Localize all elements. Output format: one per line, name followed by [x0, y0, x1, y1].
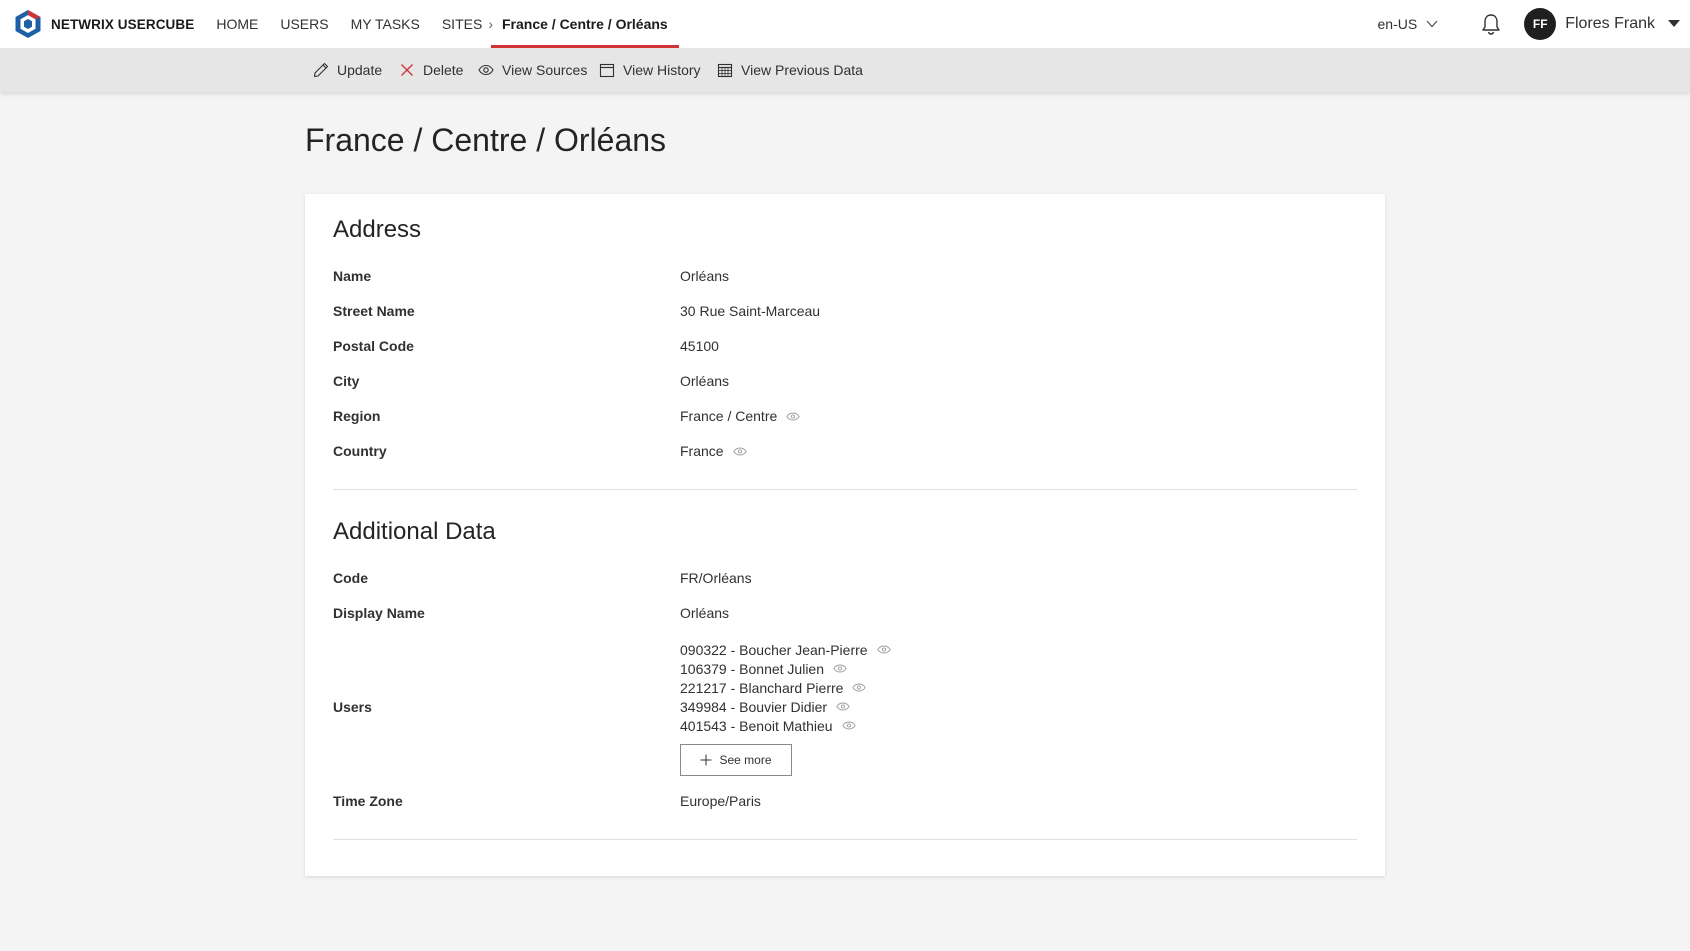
user-entry: 106379 - Bonnet Julien [680, 660, 824, 677]
eye-icon[interactable] [786, 412, 800, 421]
view-sources-button[interactable]: View Sources [478, 48, 587, 92]
main-nav: HOME USERS MY TASKS SITES › France / Cen… [216, 0, 679, 48]
field-label: Country [333, 443, 387, 459]
brand-name: NETWRIX USERCUBE [51, 16, 195, 32]
eye-icon[interactable] [841, 721, 856, 730]
field-row-city: City Orléans [333, 373, 1357, 395]
user-entry: 401543 - Benoit Mathieu [680, 717, 833, 734]
usercube-logo-icon [15, 10, 41, 38]
view-history-button[interactable]: View History [599, 48, 701, 92]
eye-icon[interactable] [732, 447, 747, 456]
language-label: en-US [1377, 16, 1418, 32]
field-row-name: Name Orléans [333, 268, 1357, 290]
breadcrumb-current[interactable]: France / Centre / Orléans [490, 0, 679, 48]
update-button[interactable]: Update [313, 48, 382, 92]
user-name[interactable]: Flores Frank [1565, 15, 1655, 33]
close-icon [401, 64, 413, 76]
field-row-region: Region France / Centre [333, 408, 1357, 430]
site-details-card: Address Name Orléans Street Name 30 Rue … [305, 194, 1385, 876]
nav-my-tasks[interactable]: MY TASKS [351, 0, 420, 48]
delete-button[interactable]: Delete [399, 48, 463, 92]
section-divider [333, 839, 1357, 840]
user-entry: 221217 - Blanchard Pierre [680, 679, 844, 696]
pencil-icon [313, 62, 329, 78]
delete-label: Delete [423, 62, 464, 78]
field-row-postal-code: Postal Code 45100 [333, 338, 1357, 360]
user-entry: 349984 - Bouvier Didier [680, 698, 828, 715]
view-history-label: View History [623, 62, 701, 78]
see-more-label: See more [719, 753, 772, 767]
calendar-grid-icon [717, 63, 733, 78]
eye-icon[interactable] [852, 683, 867, 692]
nav-sites[interactable]: SITES [442, 0, 482, 48]
update-label: Update [337, 62, 383, 78]
field-label: Time Zone [333, 793, 403, 809]
field-value: France [680, 443, 724, 459]
field-label: Code [333, 570, 368, 586]
top-navigation-bar: NETWRIX USERCUBE HOME USERS MY TASKS SIT… [0, 0, 1690, 48]
field-label: Users [333, 699, 372, 715]
additional-data-section-title: Additional Data [333, 518, 496, 545]
field-value: Orléans [680, 605, 730, 621]
list-item[interactable]: 221217 - Blanchard Pierre [680, 678, 891, 697]
field-row-street-name: Street Name 30 Rue Saint-Marceau [333, 303, 1357, 325]
field-row-country: Country France [333, 443, 1357, 465]
field-label: Postal Code [333, 338, 414, 354]
list-item[interactable]: 401543 - Benoit Mathieu [680, 716, 891, 735]
user-entry: 090322 - Boucher Jean-Pierre [680, 641, 868, 658]
eye-icon [478, 64, 494, 76]
eye-icon[interactable] [833, 664, 847, 673]
field-value: 45100 [680, 338, 719, 354]
language-selector[interactable]: en-US [1378, 16, 1439, 32]
field-value: Europe/Paris [680, 793, 761, 809]
bell-icon[interactable] [1480, 12, 1502, 36]
header-actions: en-US FF Flores Frank [1378, 0, 1690, 48]
field-value: Orléans [680, 373, 730, 389]
eye-icon[interactable] [876, 645, 891, 654]
users-list: 090322 - Boucher Jean-Pierre 106379 - Bo… [680, 640, 891, 735]
nav-users[interactable]: USERS [280, 0, 328, 48]
calendar-icon [599, 63, 615, 78]
command-bar: Update Delete View Sources View History [0, 48, 1690, 92]
address-section-title: Address [333, 216, 422, 243]
field-label: Region [333, 408, 381, 424]
caret-down-icon[interactable] [1668, 20, 1680, 28]
field-row-code: Code FR/Orléans [333, 570, 1357, 592]
field-value: Orléans [680, 268, 730, 284]
region-link[interactable]: France / Centre [680, 408, 800, 424]
field-value: 30 Rue Saint-Marceau [680, 303, 821, 319]
eye-icon[interactable] [836, 702, 850, 711]
view-sources-label: View Sources [502, 62, 588, 78]
list-item[interactable]: 106379 - Bonnet Julien [680, 659, 891, 678]
field-label: Name [333, 268, 372, 284]
country-link[interactable]: France [680, 443, 747, 459]
list-item[interactable]: 090322 - Boucher Jean-Pierre [680, 640, 891, 659]
field-value: FR/Orléans [680, 570, 752, 586]
field-label: City [333, 373, 360, 389]
field-label: Street Name [333, 303, 415, 319]
field-value: France / Centre [680, 408, 778, 424]
page-title: France / Centre / Orléans [305, 122, 667, 158]
chevron-down-icon [1426, 20, 1438, 28]
field-row-time-zone: Time Zone Europe/Paris [333, 793, 1357, 815]
view-previous-data-label: View Previous Data [741, 62, 863, 78]
field-row-display-name: Display Name Orléans [333, 605, 1357, 627]
avatar[interactable]: FF [1524, 8, 1557, 40]
section-divider [333, 489, 1357, 490]
plus-icon [700, 754, 712, 766]
nav-home[interactable]: HOME [216, 0, 258, 48]
brand-logo[interactable]: NETWRIX USERCUBE [13, 0, 194, 48]
view-previous-data-button[interactable]: View Previous Data [717, 48, 863, 92]
list-item[interactable]: 349984 - Bouvier Didier [680, 697, 891, 716]
see-more-button[interactable]: See more [680, 744, 792, 776]
field-label: Display Name [333, 605, 425, 621]
